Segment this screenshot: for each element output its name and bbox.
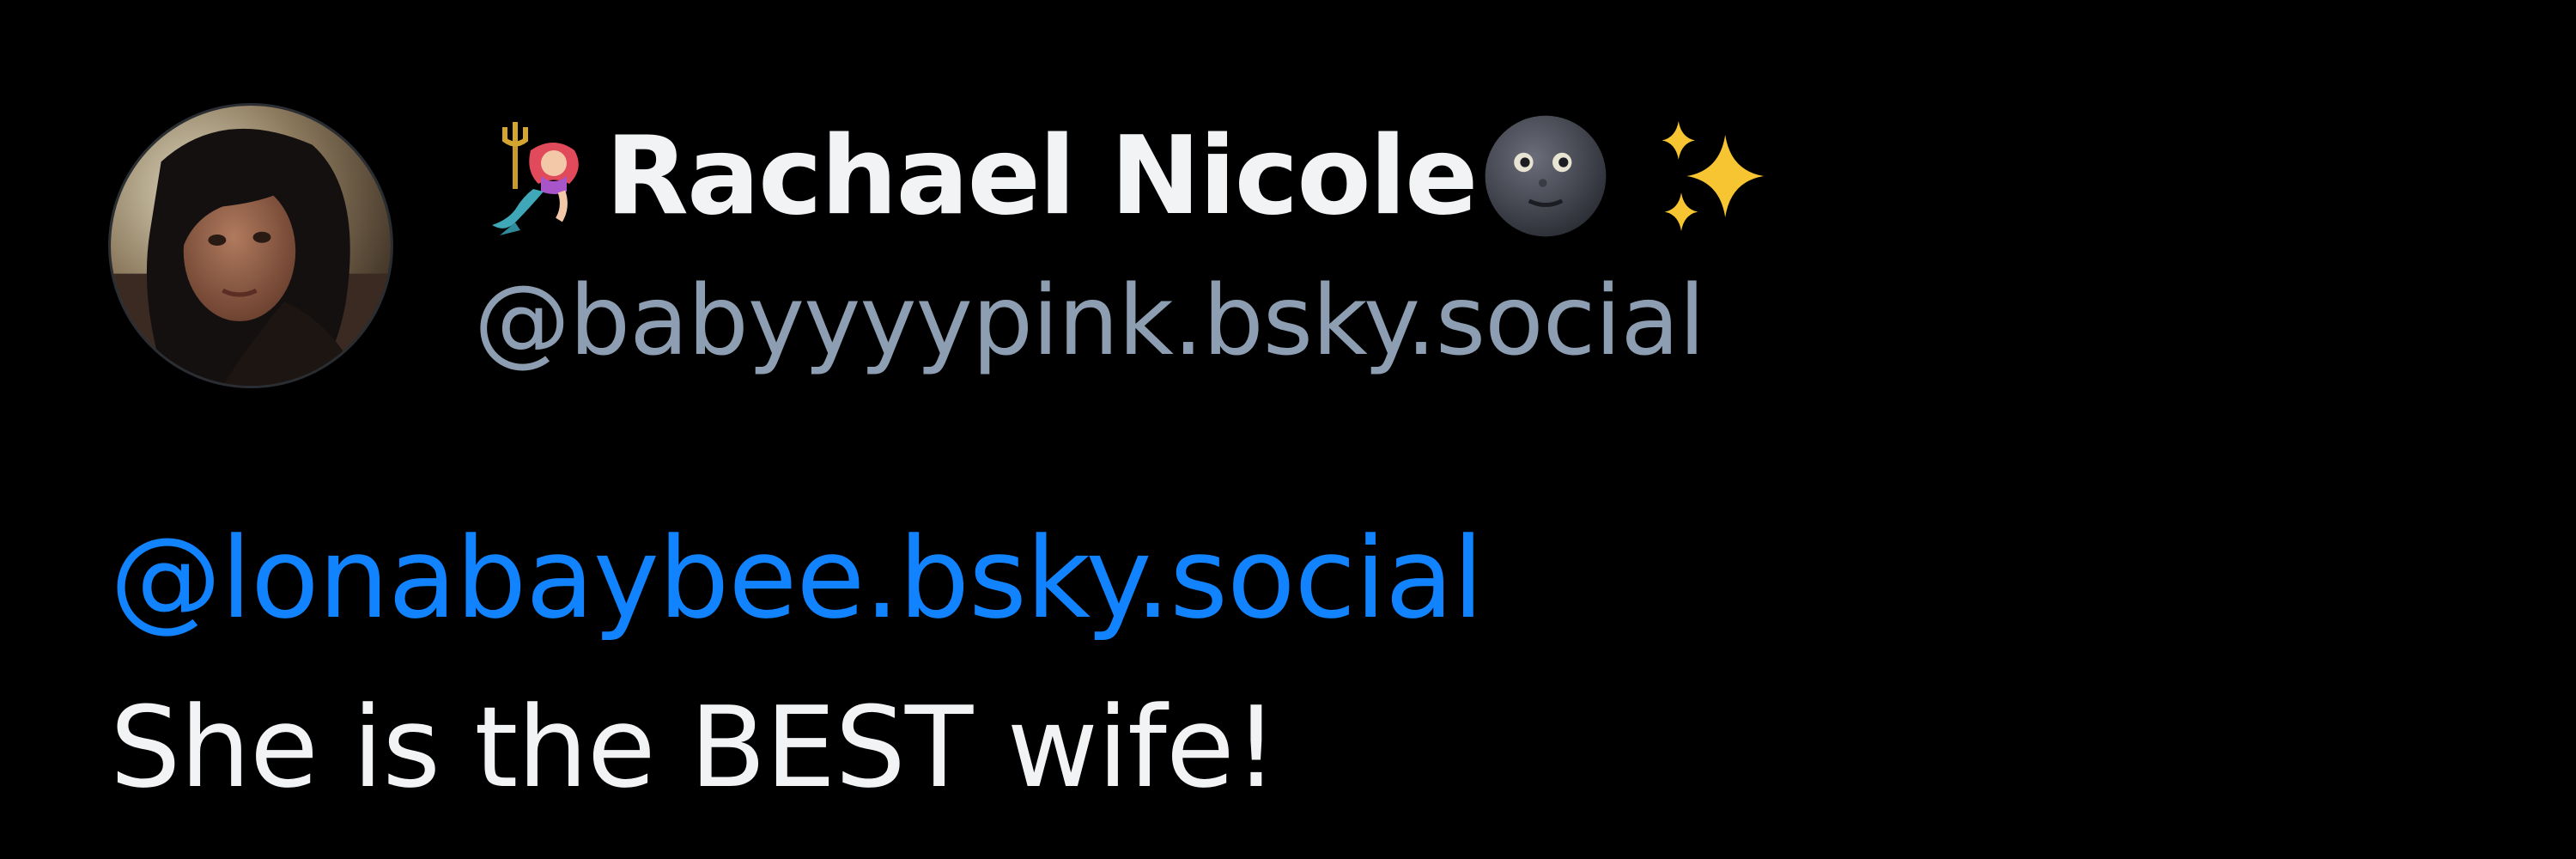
author-handle[interactable]: @babyyyypink.bsky.social	[474, 273, 1705, 369]
mention-link[interactable]: @lonabaybee.bsky.social	[110, 522, 1484, 634]
author-display-name: Rachael Nicole	[605, 113, 1479, 239]
post-body-text: She is the BEST wife!	[110, 682, 1279, 813]
post-card: Rachael Nicole @babyyyypink.bsky.social …	[0, 0, 2576, 859]
avatar[interactable]	[108, 103, 393, 388]
profile-photo-icon	[111, 106, 391, 386]
sparkles-emoji-icon	[1640, 107, 1777, 245]
mermaid-emoji-icon	[477, 112, 605, 241]
author-name-row[interactable]: Rachael Nicole	[477, 99, 1777, 253]
new-moon-face-emoji-icon	[1477, 107, 1614, 245]
